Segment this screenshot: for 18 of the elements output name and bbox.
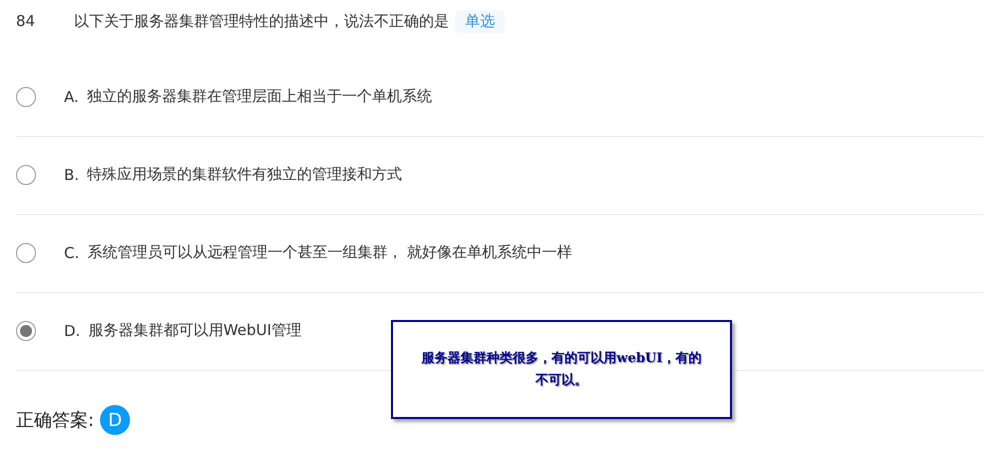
option-letter: D. <box>64 322 80 340</box>
answer-badge: D <box>100 405 130 435</box>
option-text: 特殊应用场景的集群软件有独立的管理接和方式 <box>87 165 402 184</box>
radio-button[interactable] <box>16 242 36 262</box>
question-number: 84 <box>16 12 36 30</box>
option-letter: A. <box>64 88 79 106</box>
option-letter: B. <box>64 166 80 184</box>
correct-answer-label: 正确答案: <box>16 409 94 432</box>
question-type-tag: 单选 <box>455 10 505 32</box>
option-text: 独立的服务器集群在管理层面上相当于一个单机系统 <box>86 87 432 106</box>
option-text: 服务器集群都可以用WebUI管理 <box>88 321 302 340</box>
option-letter: C. <box>64 244 80 262</box>
radio-button[interactable] <box>16 86 36 106</box>
radio-button[interactable] <box>16 164 36 184</box>
option-text: 系统管理员可以从远程管理一个甚至一组集群， 就好像在单机系统中一样 <box>87 243 572 262</box>
annotation-note: 服务器集群种类很多，有的可以用webUI，有的不可以。 <box>391 320 732 419</box>
radio-button[interactable] <box>16 320 36 340</box>
question-text: 以下关于服务器集群管理特性的描述中，说法不正确的是 <box>74 12 449 30</box>
